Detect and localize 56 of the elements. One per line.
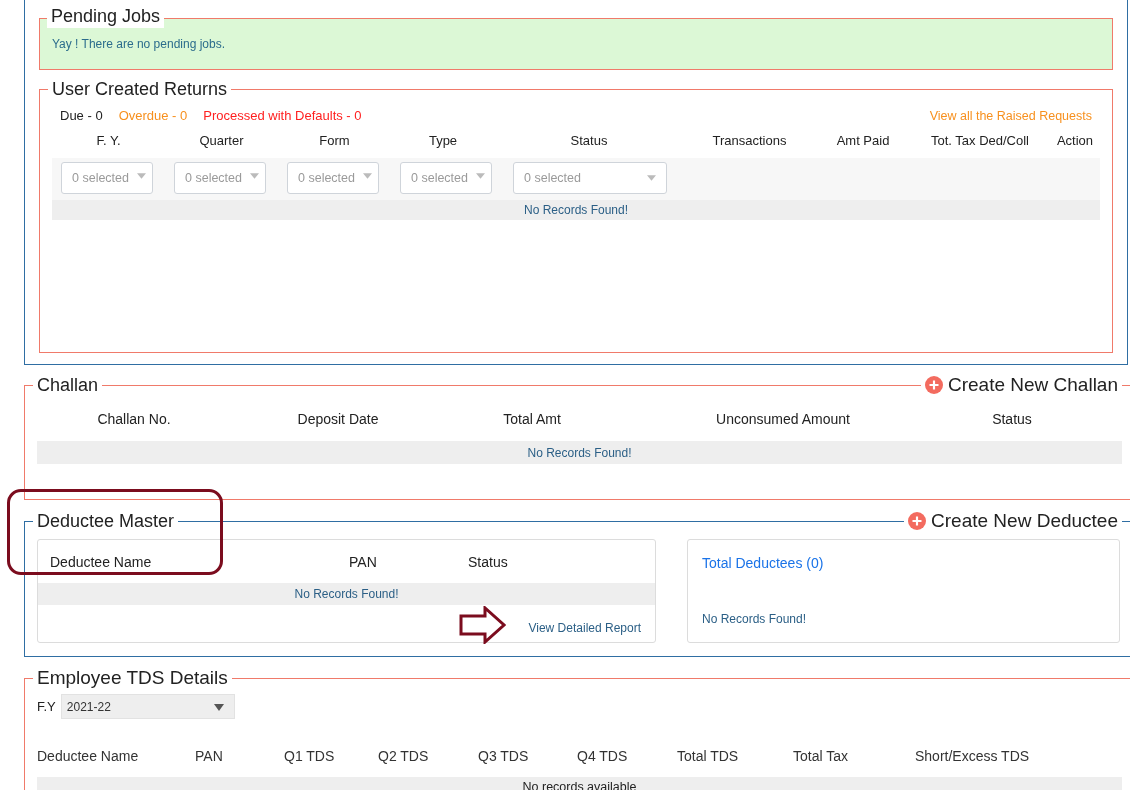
column-header: Total Amt xyxy=(502,410,562,429)
caret-icon xyxy=(250,173,259,179)
column-header: Q3 TDS xyxy=(478,747,530,766)
detailed-report-link[interactable]: View Detailed Report xyxy=(38,605,655,635)
column-header: Q1 TDS xyxy=(284,747,336,766)
column-header: Quarter xyxy=(198,132,245,150)
column-header: Deposit Date xyxy=(296,410,380,429)
raised-requests-link[interactable]: View all the Raised Requests xyxy=(929,108,1092,123)
empty-message: No Records Found! xyxy=(702,612,808,626)
column-header: Type xyxy=(427,132,459,150)
column-header: Unconsumed Amount xyxy=(715,410,851,429)
caret-icon xyxy=(647,175,656,181)
fy-label: F.Y xyxy=(37,699,56,714)
column-header: Action xyxy=(1055,132,1095,150)
caret-icon xyxy=(363,173,372,179)
column-header: Deductee Name xyxy=(50,553,153,572)
column-header: Transactions xyxy=(711,132,788,150)
filter-dropdown[interactable]: 0 selected xyxy=(513,162,667,194)
create-challan-button[interactable]: Create New Challan xyxy=(920,374,1122,396)
column-header: PAN xyxy=(349,553,378,572)
column-header: Q4 TDS xyxy=(577,747,629,766)
column-header: Status xyxy=(468,553,509,572)
filter-dropdown[interactable]: 0 selected xyxy=(400,162,492,194)
column-header: Q2 TDS xyxy=(378,747,430,766)
caret-icon xyxy=(213,704,224,711)
count-label: Overdue - 0 xyxy=(118,108,188,123)
column-header: Total Tax xyxy=(793,747,849,766)
column-header: F. Y. xyxy=(95,132,122,150)
total-deductees-link[interactable]: Total Deductees (0) xyxy=(702,555,824,571)
column-header: Total TDS xyxy=(677,747,740,766)
filter-dropdown[interactable]: 0 selected xyxy=(287,162,379,194)
count-label: Processed with Defaults - 0 xyxy=(203,108,362,123)
count-label: Due - 0 xyxy=(60,108,103,123)
column-header: Amt Paid xyxy=(835,132,891,150)
column-header: Form xyxy=(318,132,351,150)
caret-icon xyxy=(137,173,146,179)
caret-icon xyxy=(476,173,485,179)
column-header: PAN xyxy=(195,747,224,766)
filter-dropdown[interactable]: 0 selected xyxy=(61,162,153,194)
empty-message: No Records Found! xyxy=(52,200,1100,220)
plus-icon xyxy=(924,376,943,394)
pending-message: Yay ! There are no pending jobs. xyxy=(51,36,226,51)
empty-message: No Records Found! xyxy=(38,583,655,605)
arrow-icon xyxy=(459,606,506,644)
column-header: Tot. Tax Ded/Coll xyxy=(930,132,1030,150)
column-header: Status xyxy=(991,410,1033,429)
section-title: Pending Jobs xyxy=(47,6,165,28)
column-header: Short/Excess TDS xyxy=(915,747,1031,766)
column-header: Status xyxy=(569,132,609,150)
action-label: Create New Challan xyxy=(947,374,1118,396)
column-header: Challan No. xyxy=(96,410,172,429)
filter-dropdown[interactable]: 0 selected xyxy=(174,162,266,194)
empty-message: No Records Found! xyxy=(37,441,1122,464)
plus-icon xyxy=(908,512,927,530)
fy-dropdown[interactable]: 2021-22 xyxy=(60,694,235,719)
column-header: Deductee Name xyxy=(37,747,140,766)
